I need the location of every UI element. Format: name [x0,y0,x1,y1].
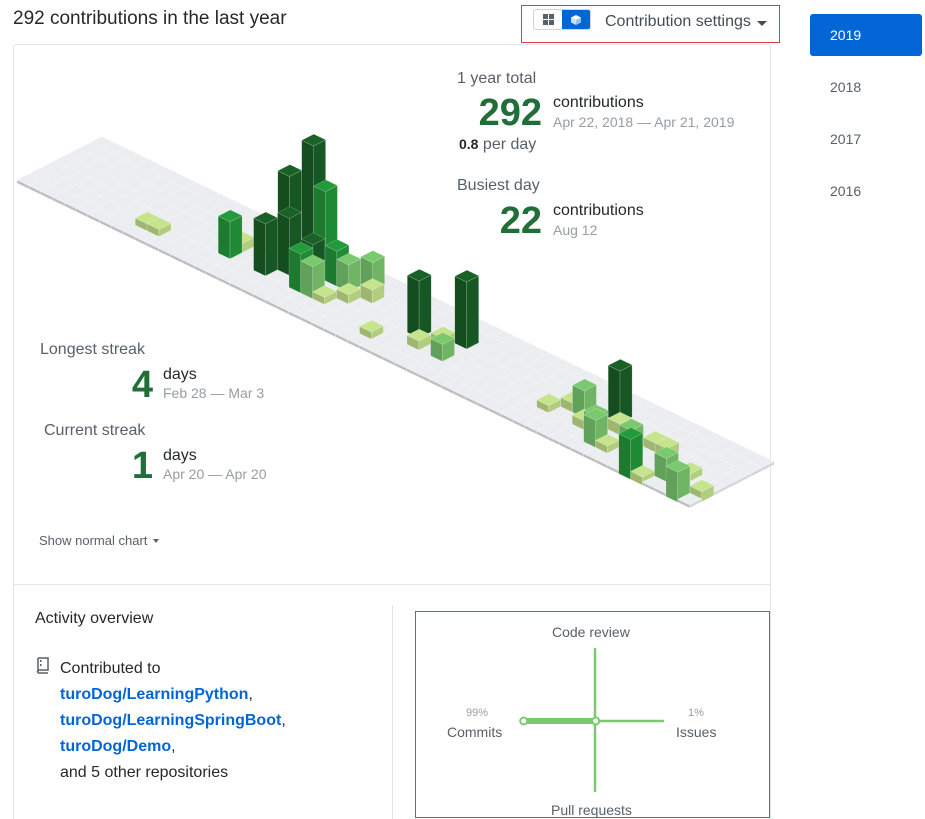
busiest-day-unit: contributions [553,202,644,219]
comma-2: , [281,712,286,729]
radar-point-commits [519,716,529,726]
year-total-range: Apr 22, 2018 — Apr 21, 2019 [553,114,735,130]
repo-link-demo[interactable]: turoDog/Demo [60,738,171,755]
skyline-bar-front [466,275,479,353]
comma-1: , [248,686,253,703]
other-repos-text: and 5 other repositories [60,764,229,781]
section-divider [14,584,770,585]
show-normal-chart-link[interactable]: Show normal chart [39,533,160,548]
longest-streak-label: Longest streak [40,341,145,358]
activity-overview-title: Activity overview [35,610,154,627]
busiest-day-label: Busiest day [457,177,540,194]
year-total-label: 1 year total [457,70,537,87]
skyline-bar-side [253,217,266,280]
skyline-bar-side [618,433,631,480]
radar-label-pull-requests: Pull requests [551,802,632,818]
current-streak-range: Apr 20 — Apr 20 [163,466,267,482]
skyline-bar-side [277,212,290,279]
repo-line-3: turoDog/Demo, [60,734,286,760]
per-day-value: 0.8 [459,136,479,152]
radar-pct-commits: 99% [466,707,489,719]
comma-3: , [171,738,176,755]
contributed-to-label: Contributed to [60,660,161,677]
caret-down-icon [153,538,160,543]
busiest-day-value: 22 [499,200,542,242]
skyline-bar-side [665,466,679,503]
per-day-label: per day [482,136,537,153]
radar-point-issues [591,716,601,726]
contributions-page: 292 contributions in the last year Contr… [0,0,925,819]
radar-label-code-review: Code review [552,624,630,640]
per-day-stat: 0.8 per day [459,136,536,154]
show-normal-chart-label: Show normal chart [39,533,148,548]
repo-line-1: turoDog/LearningPython, [60,682,286,708]
contributed-repos: Contributed to turoDog/LearningPython, t… [60,656,286,786]
repo-line-2: turoDog/LearningSpringBoot, [60,708,286,734]
skyline-bar-front [265,217,278,280]
current-streak-value: 1 [131,445,153,487]
busiest-day-date: Aug 12 [553,222,598,238]
longest-streak-range: Feb 28 — Mar 3 [163,385,265,401]
skyline-bar-side [454,275,467,353]
year-total-unit: contributions [553,94,644,111]
radar-pct-issues: 1% [688,707,704,719]
repo-link-learningspringboot[interactable]: turoDog/LearningSpringBoot [60,712,281,729]
repo-link-learningpython[interactable]: turoDog/LearningPython [60,686,248,703]
overview-divider [392,605,393,819]
radar-label-issues: Issues [676,724,717,740]
year-total-value: 292 [478,92,542,134]
longest-streak-value: 4 [131,364,153,406]
current-streak-label: Current streak [44,422,146,439]
current-streak-unit: days [163,447,197,464]
radar-label-commits: Commits [447,724,503,740]
longest-streak-unit: days [163,366,197,383]
repo-icon [36,657,49,674]
